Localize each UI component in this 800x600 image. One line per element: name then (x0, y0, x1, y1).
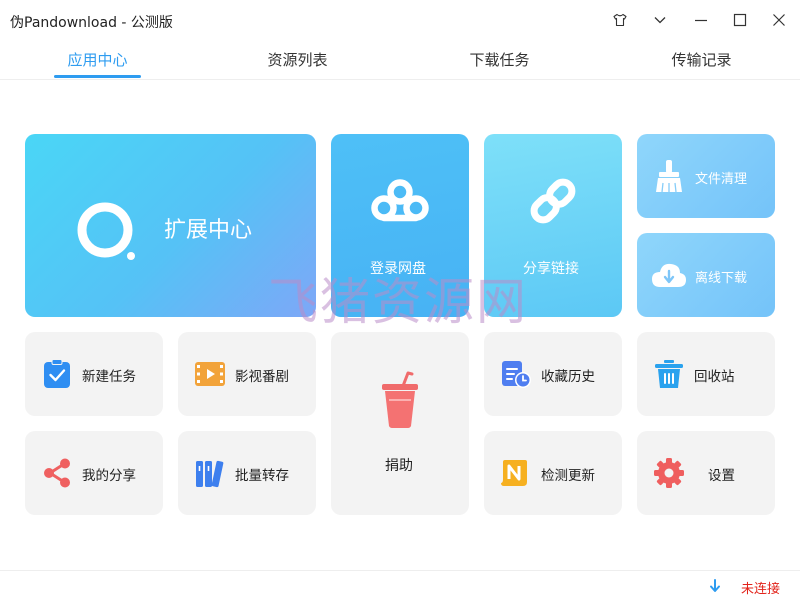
download-arrow-icon[interactable] (707, 578, 723, 594)
minimize-icon[interactable] (688, 8, 714, 32)
check-update-tile[interactable]: 检测更新 (484, 431, 622, 515)
trash-icon (655, 360, 683, 388)
chevron-down-icon[interactable] (647, 8, 673, 32)
batch-transfer-tile[interactable]: 批量转存 (178, 431, 316, 515)
my-share-tile[interactable]: 我的分享 (25, 431, 163, 515)
login-netdisk-label: 登录网盘 (370, 261, 426, 277)
extension-ring-icon (77, 202, 135, 260)
cup-icon (382, 371, 418, 428)
offline-download-card[interactable]: 离线下载 (637, 233, 775, 317)
history-icon (502, 361, 531, 388)
recycle-bin-tile[interactable]: 回收站 (637, 332, 775, 416)
n-logo-icon (501, 460, 527, 486)
clipboard-check-icon (44, 359, 70, 388)
tab-resource-list[interactable]: 资源列表 (254, 44, 341, 80)
recycle-bin-label: 回收站 (694, 369, 735, 385)
history-tile[interactable]: 收藏历史 (484, 332, 622, 416)
extension-center-label: 扩展中心 (164, 218, 253, 243)
file-clean-label: 文件清理 (695, 172, 748, 187)
file-clean-card[interactable]: 文件清理 (637, 134, 775, 218)
link-icon (530, 178, 576, 224)
broom-icon (656, 160, 682, 193)
extension-center-card[interactable]: 扩展中心 (25, 134, 316, 317)
film-icon (195, 362, 225, 386)
check-update-label: 检测更新 (541, 468, 595, 484)
books-icon (196, 460, 224, 488)
video-tile[interactable]: 影视番剧 (178, 332, 316, 416)
my-share-label: 我的分享 (82, 468, 136, 484)
new-task-label: 新建任务 (82, 369, 136, 385)
tab-transfer-records[interactable]: 传输记录 (658, 44, 745, 80)
new-task-tile[interactable]: 新建任务 (25, 332, 163, 416)
share-icon (44, 458, 70, 488)
title-bar: 伪Pandownload - 公测版 (0, 0, 800, 40)
batch-transfer-label: 批量转存 (235, 468, 289, 484)
connection-status[interactable]: 未连接 (741, 578, 780, 597)
shirt-icon[interactable] (607, 8, 633, 32)
window-title: 伪Pandownload - 公测版 (10, 15, 173, 31)
close-icon[interactable] (766, 8, 792, 32)
active-tab-indicator (54, 75, 141, 78)
tab-download-tasks[interactable]: 下载任务 (456, 44, 543, 80)
donate-label: 捐助 (385, 458, 413, 474)
donate-tile[interactable]: 捐助 (331, 332, 469, 515)
baidu-cloud-icon (371, 179, 429, 222)
video-label: 影视番剧 (235, 369, 289, 385)
gear-icon (654, 458, 684, 488)
share-link-card[interactable]: 分享链接 (484, 134, 622, 317)
settings-tile[interactable]: 设置 (637, 431, 775, 515)
cloud-download-icon (652, 263, 686, 287)
settings-label: 设置 (708, 468, 735, 484)
status-bar: 未连接 (0, 570, 800, 600)
login-netdisk-card[interactable]: 登录网盘 (331, 134, 469, 317)
offline-download-label: 离线下载 (695, 271, 748, 286)
share-link-label: 分享链接 (523, 261, 579, 277)
history-label: 收藏历史 (541, 369, 595, 385)
maximize-icon[interactable] (727, 8, 753, 32)
